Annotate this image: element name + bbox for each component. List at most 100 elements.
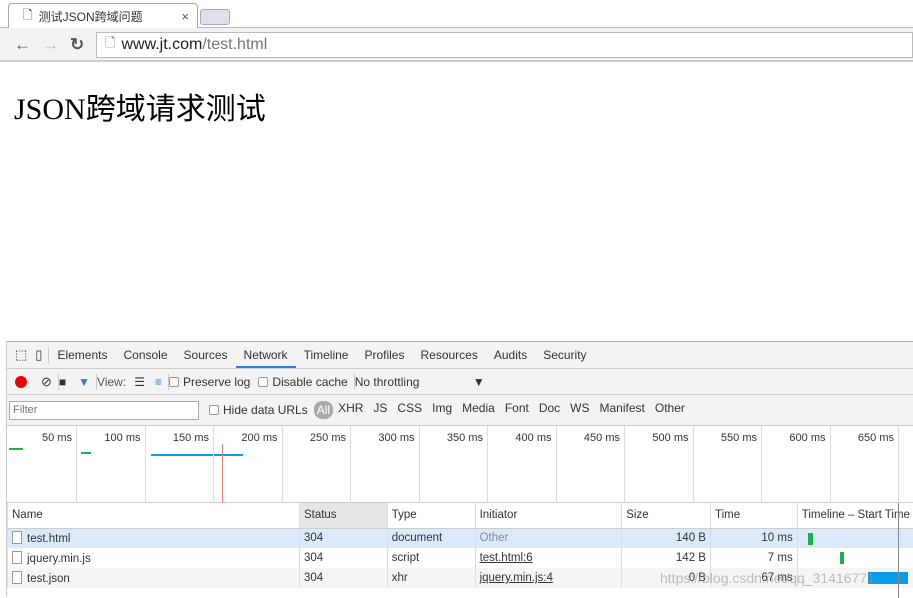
overview-tick-label: 500 ms (629, 432, 689, 444)
close-tab-icon[interactable]: × (181, 9, 189, 24)
waterfall-bar (151, 454, 243, 456)
overview-tick-label: 50 ms (12, 432, 72, 444)
hide-data-urls-checkbox[interactable]: Hide data URLs (209, 403, 308, 417)
tab-audits[interactable]: Audits (486, 342, 535, 368)
column-header-name[interactable]: Name (8, 503, 300, 528)
filter-type-css[interactable]: CSS (392, 401, 427, 419)
new-tab-button[interactable] (200, 9, 230, 25)
time-cell: 7 ms (710, 548, 797, 568)
column-header-status[interactable]: Status (299, 503, 387, 528)
device-mode-icon[interactable]: ▯ (35, 347, 42, 363)
address-bar[interactable]: 🗋 www.jt.com/test.html (96, 32, 913, 58)
disable-cache-checkbox[interactable]: Disable cache (258, 375, 347, 389)
name-cell[interactable]: test.html (8, 528, 300, 548)
request-name: jquery.min.js (27, 553, 91, 565)
filter-type-manifest[interactable]: Manifest (595, 401, 650, 419)
size-cell: 142 B (622, 548, 711, 568)
filter-type-js[interactable]: JS (368, 401, 392, 419)
overview-tick-label: 250 ms (286, 432, 346, 444)
name-cell[interactable]: test.json (8, 568, 300, 588)
waterfall-bar (9, 448, 23, 450)
overview-tick-label: 200 ms (218, 432, 278, 444)
overview-tick-label: 650 ms (834, 432, 894, 444)
overview-tick-label: 150 ms (149, 432, 209, 444)
overview-gridline (145, 426, 146, 503)
filter-bar: Hide data URLs AllXHRJSCSSImgMediaFontDo… (7, 395, 913, 426)
view-label: View: (97, 375, 126, 389)
overview-icon[interactable]: ≡ (155, 375, 162, 389)
initiator-cell[interactable]: jquery.min.js:4 (475, 568, 622, 588)
waterfall-bar (808, 533, 813, 545)
overview-gridline (624, 426, 625, 503)
capture-screenshots-icon[interactable]: ■ (59, 375, 66, 389)
timeline-cell (797, 528, 913, 548)
tab-resources[interactable]: Resources (412, 342, 485, 368)
type-cell: document (387, 528, 475, 548)
table-row[interactable]: test.html304documentOther140 B10 ms (8, 528, 913, 548)
devtools-tabbar: ⬚ ▯ ElementsConsoleSourcesNetworkTimelin… (7, 342, 913, 369)
initiator-cell: Other (475, 528, 622, 548)
throttling-select[interactable]: No throttling▼ (355, 375, 485, 389)
overview-gridline (282, 426, 283, 503)
filter-icon[interactable]: ▼ (78, 375, 90, 389)
filter-type-ws[interactable]: WS (565, 401, 594, 419)
inspect-icon[interactable]: ⬚ (15, 347, 27, 363)
initiator-cell[interactable]: test.html:6 (475, 548, 622, 568)
tab-network[interactable]: Network (236, 342, 296, 368)
filter-type-font[interactable]: Font (500, 401, 534, 419)
column-header-type[interactable]: Type (387, 503, 475, 528)
type-cell: script (387, 548, 475, 568)
type-cell: xhr (387, 568, 475, 588)
page-icon: 🗋 (23, 6, 33, 27)
reload-icon[interactable]: ↻ (70, 35, 84, 55)
forward-icon[interactable]: → (42, 35, 59, 55)
url-path: /test.html (202, 36, 267, 54)
tab-console[interactable]: Console (115, 342, 175, 368)
load-event-line (222, 444, 223, 503)
waterfall-bar (840, 552, 844, 564)
name-cell[interactable]: jquery.min.js (8, 548, 300, 568)
filter-type-img[interactable]: Img (427, 401, 457, 419)
filter-type-other[interactable]: Other (650, 401, 690, 419)
page-icon: 🗋 (105, 34, 115, 56)
tab-security[interactable]: Security (535, 342, 594, 368)
tab-elements[interactable]: Elements (49, 342, 115, 368)
filter-input[interactable] (9, 401, 199, 420)
overview-tick-label: 600 ms (766, 432, 826, 444)
overview-gridline (487, 426, 488, 503)
column-header-initiator[interactable]: Initiator (475, 503, 622, 528)
large-rows-icon[interactable]: ☰ (134, 375, 145, 389)
filter-type-all[interactable]: All (314, 401, 333, 419)
status-cell: 304 (299, 528, 387, 548)
column-header-timeline[interactable]: Timeline – Start Time (797, 503, 913, 528)
file-icon (12, 531, 22, 544)
column-header-time[interactable]: Time (710, 503, 797, 528)
filter-type-doc[interactable]: Doc (534, 401, 565, 419)
file-icon (12, 571, 22, 584)
browser-tab[interactable]: 🗋 测试JSON跨域问题 × (8, 3, 198, 29)
url-host: www.jt.com (121, 36, 202, 54)
size-cell: 140 B (622, 528, 711, 548)
filter-type-xhr[interactable]: XHR (333, 401, 368, 419)
back-icon[interactable]: ← (14, 35, 31, 55)
file-icon (12, 551, 22, 564)
filter-type-media[interactable]: Media (457, 401, 500, 419)
tab-profiles[interactable]: Profiles (356, 342, 412, 368)
overview-gridline (350, 426, 351, 503)
overview-tick-label: 450 ms (560, 432, 620, 444)
overview-gridline (213, 426, 214, 503)
clear-icon[interactable]: ⊘ (41, 374, 52, 390)
network-toolbar: ⊘ ■ ▼ View: ☰ ≡ Preserve log Disable cac… (7, 369, 913, 395)
dropdown-arrow-icon: ▼ (473, 375, 485, 389)
overview-gridline (898, 426, 899, 503)
tab-timeline[interactable]: Timeline (296, 342, 357, 368)
record-icon[interactable] (15, 376, 27, 388)
watermark: https://blog.csdn.net/qq_31416771 (660, 570, 875, 586)
column-header-size[interactable]: Size (622, 503, 711, 528)
table-row[interactable]: jquery.min.js304scripttest.html:6142 B7 … (8, 548, 913, 568)
preserve-log-checkbox[interactable]: Preserve log (169, 375, 250, 389)
overview-gridline (556, 426, 557, 503)
tab-sources[interactable]: Sources (176, 342, 236, 368)
overview-tick-label: 400 ms (492, 432, 552, 444)
overview-gridline (830, 426, 831, 503)
